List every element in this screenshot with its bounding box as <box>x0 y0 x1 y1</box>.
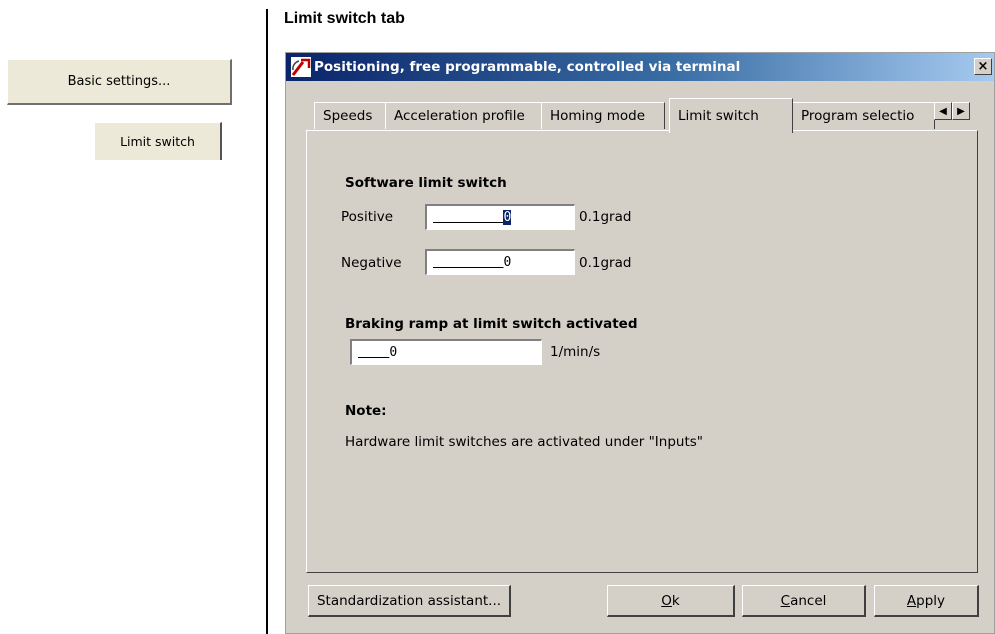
standardization-assistant-button[interactable]: Standardization assistant... <box>308 585 511 617</box>
arrow-left-icon: ◀ <box>939 105 947 117</box>
section-heading: Limit switch tab <box>284 10 405 27</box>
braking-unit: 1/min/s <box>550 344 601 360</box>
standardization-assistant-label: Standardization assistant... <box>316 592 502 609</box>
tab-speeds-label: Speeds <box>323 108 373 124</box>
tab-program-selection-label: Program selectio <box>801 108 915 124</box>
tab-acceleration-profile[interactable]: Acceleration profile <box>385 102 542 129</box>
close-icon: × <box>977 59 989 74</box>
cancel-label: Cancel <box>780 592 827 609</box>
tab-panel: Software limit switch Positive 0 0.1grad… <box>306 130 978 573</box>
apply-label: Apply <box>906 592 946 609</box>
tab-homing-mode[interactable]: Homing mode <box>541 102 665 129</box>
tab-scroll-left-button[interactable]: ◀ <box>934 102 952 120</box>
positive-value: 0 <box>503 210 512 225</box>
negative-unit: 0.1grad <box>579 255 632 271</box>
negative-label: Negative <box>341 255 402 271</box>
braking-value: 0 <box>389 345 398 360</box>
arrow-right-icon: ▶ <box>957 105 965 117</box>
tab-homing-mode-label: Homing mode <box>550 108 646 124</box>
negative-input[interactable]: 0 <box>425 249 575 275</box>
limit-switch-tab-sample-label: Limit switch <box>120 134 195 149</box>
positive-unit: 0.1grad <box>579 209 632 225</box>
note-text: Hardware limit switches are activated un… <box>345 434 704 450</box>
basic-settings-label: Basic settings... <box>67 74 171 89</box>
divider-line <box>266 9 268 634</box>
software-limit-title: Software limit switch <box>345 175 507 191</box>
tab-limit-switch-label: Limit switch <box>678 108 759 124</box>
tab-speeds[interactable]: Speeds <box>314 102 386 129</box>
positive-input[interactable]: 0 <box>425 204 575 230</box>
tab-acceleration-profile-label: Acceleration profile <box>394 108 525 124</box>
title-bar[interactable]: Positioning, free programmable, controll… <box>286 53 994 81</box>
apply-button[interactable]: Apply <box>874 585 979 617</box>
tab-scroll-right-button[interactable]: ▶ <box>952 102 970 120</box>
cancel-button[interactable]: Cancel <box>742 585 866 617</box>
ok-button[interactable]: Ok <box>607 585 735 617</box>
close-button[interactable]: × <box>974 58 992 75</box>
dialog-window: Positioning, free programmable, controll… <box>285 52 995 634</box>
tab-limit-switch[interactable]: Limit switch <box>669 98 793 133</box>
basic-settings-button[interactable]: Basic settings... <box>7 59 232 105</box>
app-icon <box>291 57 311 77</box>
braking-title: Braking ramp at limit switch activated <box>345 316 638 332</box>
tab-program-selection[interactable]: Program selectio <box>792 102 935 129</box>
braking-input[interactable]: 0 <box>350 339 542 365</box>
ok-label: Ok <box>661 592 680 609</box>
dialog-title: Positioning, free programmable, controll… <box>314 59 741 75</box>
negative-value: 0 <box>503 255 512 270</box>
note-title: Note: <box>345 403 387 419</box>
limit-switch-tab-sample[interactable]: Limit switch <box>94 122 222 160</box>
positive-label: Positive <box>341 209 394 225</box>
